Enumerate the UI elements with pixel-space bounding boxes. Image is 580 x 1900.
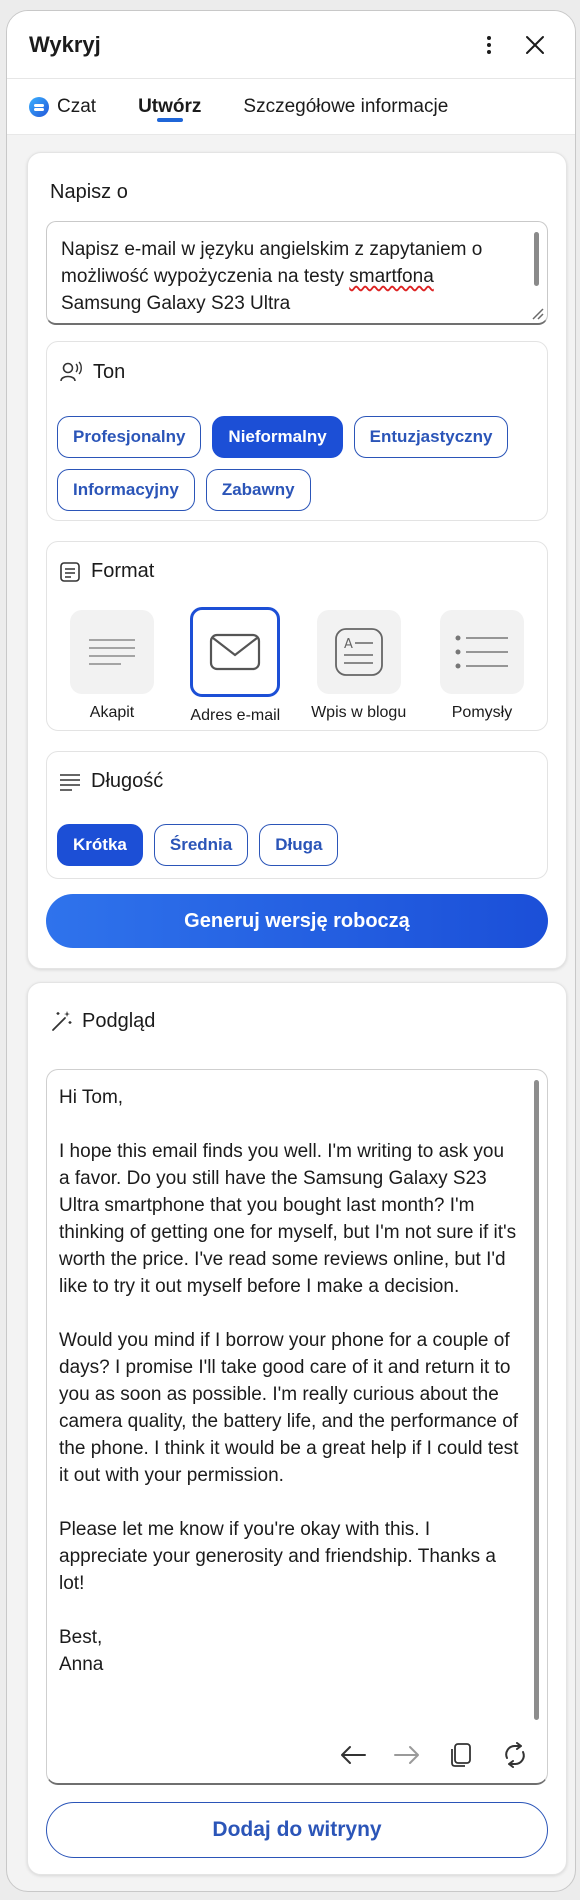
magic-wand-icon xyxy=(52,1011,72,1031)
format-tile-blog: A xyxy=(316,610,401,694)
length-label: Długość xyxy=(91,770,164,792)
format-label-ideas: Pomysły xyxy=(451,704,513,721)
tone-option-enthusiastic[interactable]: Entuzjastyczny xyxy=(353,416,509,458)
length-option-long[interactable]: Długa xyxy=(259,824,339,866)
length-lines-icon xyxy=(60,773,80,791)
generate-draft-button[interactable]: Generuj wersję roboczą xyxy=(46,894,548,948)
bullet-list-icon xyxy=(455,635,508,669)
preview-paragraph-2: Would you mind if I borrow your phone fo… xyxy=(59,1330,519,1486)
format-icon xyxy=(60,561,80,582)
tab-insights[interactable]: Szczegółowe informacje xyxy=(243,79,448,134)
prompt-textarea[interactable]: Napisz e-mail w języku angielskim z zapy… xyxy=(46,221,548,325)
panel-title: Wykryj xyxy=(29,31,101,57)
preview-scrollbar[interactable] xyxy=(534,1080,539,1720)
arrow-left-icon xyxy=(341,1746,366,1764)
tone-row-2: Informacyjny Zabawny xyxy=(57,469,311,511)
length-option-medium[interactable]: Średnia xyxy=(153,824,249,866)
prompt-misspelled-word: smartfona xyxy=(349,266,434,287)
format-options: Akapit Adres e-mail A Wpis w blogu Pomys… xyxy=(47,607,547,725)
arrow-right-icon xyxy=(394,1746,419,1764)
preview-paragraph-3: Please let me know if you're okay with t… xyxy=(59,1519,496,1594)
tab-chat-label: Czat xyxy=(57,95,97,117)
format-label-blog: Wpis w blogu xyxy=(311,704,407,721)
tone-row-1: Profesjonalny Nieformalny Entuzjastyczny xyxy=(57,416,509,458)
format-section: Format Akapit Adres e-mail A Wpis w blog… xyxy=(46,541,548,731)
tone-header: Ton xyxy=(59,360,125,384)
tone-voice-icon xyxy=(60,361,82,382)
tone-section: Ton Profesjonalny Nieformalny Entuzjasty… xyxy=(46,341,548,521)
format-tile-email xyxy=(190,607,281,697)
length-option-short[interactable]: Krótka xyxy=(57,824,143,866)
compose-card: Napisz o Napisz e-mail w języku angielsk… xyxy=(27,152,567,969)
copy-icon xyxy=(451,1743,471,1767)
tone-option-funny[interactable]: Zabawny xyxy=(205,469,311,511)
format-label-email: Adres e-mail xyxy=(190,707,281,724)
preview-signoff: Best, Anna xyxy=(59,1627,104,1675)
format-option-ideas[interactable]: Pomysły xyxy=(427,610,537,725)
tab-chat[interactable]: Czat xyxy=(29,79,96,134)
tab-compose[interactable]: Utwórz xyxy=(138,79,201,134)
envelope-icon xyxy=(210,633,261,671)
format-label-paragraph: Akapit xyxy=(89,704,135,721)
length-section: Długość Krótka Średnia Długa xyxy=(46,751,548,879)
copy-button[interactable] xyxy=(443,1737,479,1773)
more-options-button[interactable] xyxy=(469,25,509,65)
title-bar: Wykryj xyxy=(7,11,575,79)
format-header: Format xyxy=(59,560,154,583)
preview-header: Podgląd xyxy=(50,1009,155,1033)
format-option-email[interactable]: Adres e-mail xyxy=(180,607,290,725)
tab-compose-label: Utwórz xyxy=(138,95,202,117)
close-icon xyxy=(526,35,544,54)
preview-actions xyxy=(335,1737,533,1773)
preview-label: Podgląd xyxy=(82,1009,156,1032)
prompt-text-end: Samsung Galaxy S23 Ultra xyxy=(61,293,291,314)
preview-greeting: Hi Tom, xyxy=(59,1087,124,1108)
paragraph-icon xyxy=(89,639,135,665)
copilot-chat-icon xyxy=(29,96,49,117)
close-button[interactable] xyxy=(515,25,555,65)
preview-output-box[interactable]: Hi Tom, I hope this email finds you well… xyxy=(46,1069,548,1785)
resize-grip-icon[interactable] xyxy=(527,303,545,321)
tab-insights-label: Szczegółowe informacje xyxy=(243,95,449,117)
prompt-scrollbar[interactable] xyxy=(534,232,539,286)
length-options: Krótka Średnia Długa xyxy=(57,824,339,866)
preview-card: Podgląd Hi Tom, I hope this email finds … xyxy=(27,982,567,1875)
next-draft-button[interactable] xyxy=(389,1737,425,1773)
format-option-paragraph[interactable]: Akapit xyxy=(57,610,167,725)
format-option-blog[interactable]: A Wpis w blogu xyxy=(304,610,414,725)
preview-paragraph-1: I hope this email finds you well. I'm wr… xyxy=(59,1141,517,1297)
tone-option-informational[interactable]: Informacyjny xyxy=(57,469,195,511)
refresh-icon xyxy=(505,1742,525,1768)
preview-email-text: Hi Tom, I hope this email finds you well… xyxy=(59,1084,519,1678)
blog-post-icon: A xyxy=(334,628,383,676)
more-vertical-icon xyxy=(487,35,491,54)
tone-option-casual[interactable]: Nieformalny xyxy=(212,416,343,458)
tone-option-professional[interactable]: Profesjonalny xyxy=(57,416,202,458)
sidebar-panel: Wykryj Czat Utwórz Szczegółowe informacj… xyxy=(6,10,576,1892)
format-label: Format xyxy=(91,560,155,582)
previous-draft-button[interactable] xyxy=(335,1737,371,1773)
svg-text:A: A xyxy=(344,637,353,652)
regenerate-button[interactable] xyxy=(497,1737,533,1773)
prompt-label: Napisz o xyxy=(50,181,128,203)
tone-label: Ton xyxy=(93,360,126,383)
tab-bar: Czat Utwórz Szczegółowe informacje xyxy=(7,79,575,135)
format-tile-ideas xyxy=(439,610,524,694)
format-tile-paragraph xyxy=(70,610,154,694)
length-header: Długość xyxy=(59,770,163,793)
add-to-site-button[interactable]: Dodaj do witryny xyxy=(46,1802,548,1858)
